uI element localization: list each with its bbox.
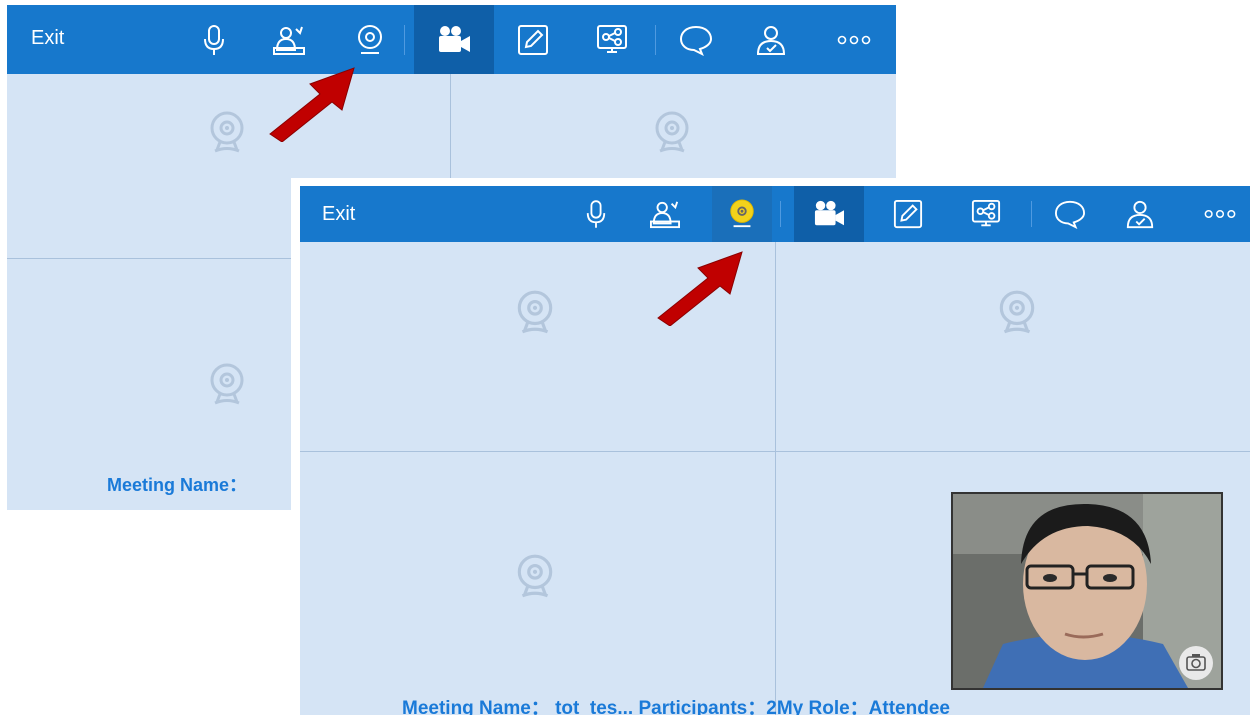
chat-icon (1053, 199, 1087, 229)
chat-button[interactable] (674, 5, 718, 74)
more-icon (836, 34, 872, 46)
meeting-info: Meeting Name： (107, 475, 248, 495)
toolbar-separator (1031, 201, 1032, 227)
switch-camera-button[interactable] (1179, 646, 1213, 680)
back-toolbar: Exit (7, 5, 896, 74)
attendee-button[interactable] (647, 186, 683, 242)
toolbar-separator (404, 25, 405, 55)
participants-icon (755, 24, 787, 56)
camera-placeholder-icon (207, 362, 247, 406)
participants-button[interactable] (1122, 186, 1158, 242)
screen-share-button[interactable] (968, 186, 1004, 242)
camera-placeholder-icon (207, 110, 247, 154)
participants-button[interactable] (751, 5, 791, 74)
more-icon (1203, 208, 1237, 220)
meeting-info: Meeting Name： tot_tes... Participants：2M… (402, 698, 950, 715)
webcam-icon (354, 24, 386, 56)
local-video-preview[interactable] (951, 492, 1223, 690)
more-button[interactable] (832, 5, 876, 74)
whiteboard-button[interactable] (890, 186, 926, 242)
screen-share-button[interactable] (592, 5, 632, 74)
screen-share-icon (971, 199, 1001, 229)
red-arrow-annotation (650, 246, 750, 326)
camera-placeholder-icon (514, 289, 556, 335)
video-camera-icon (812, 199, 846, 229)
red-arrow-annotation (262, 62, 362, 142)
exit-button[interactable]: Exit (322, 203, 355, 226)
webcam-on-icon (727, 199, 757, 229)
exit-button[interactable]: Exit (31, 27, 64, 50)
video-button[interactable] (794, 186, 864, 242)
camera-placeholder-icon (996, 289, 1038, 335)
video-button[interactable] (414, 5, 494, 74)
grid-divider (300, 451, 1250, 452)
microphone-icon (202, 24, 226, 56)
more-button[interactable] (1198, 186, 1242, 242)
camera-placeholder-icon (514, 553, 556, 599)
attendee-icon (650, 199, 680, 229)
webcam-button[interactable] (712, 186, 772, 242)
front-meeting-window: Exit Meeting Name： tot_tes... Participan… (291, 178, 1250, 715)
switch-camera-icon (1186, 654, 1206, 671)
whiteboard-icon (893, 199, 923, 229)
screen-share-icon (596, 24, 628, 56)
participants-icon (1125, 199, 1155, 229)
grid-divider (775, 242, 776, 715)
whiteboard-button[interactable] (513, 5, 553, 74)
front-toolbar: Exit (300, 186, 1250, 242)
whiteboard-icon (517, 24, 549, 56)
microphone-icon (585, 199, 607, 229)
chat-button[interactable] (1050, 186, 1090, 242)
video-camera-icon (436, 24, 472, 56)
microphone-button[interactable] (581, 186, 611, 242)
toolbar-separator (780, 201, 781, 227)
toolbar-separator (655, 25, 656, 55)
microphone-button[interactable] (197, 5, 231, 74)
chat-icon (678, 24, 714, 56)
attendee-icon (273, 24, 305, 56)
camera-placeholder-icon (652, 110, 692, 154)
